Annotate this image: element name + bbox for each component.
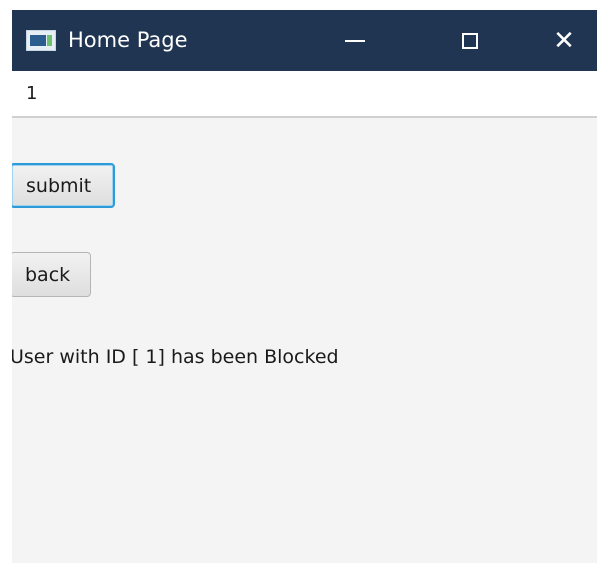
maximize-button[interactable] [442,10,498,71]
title-bar[interactable]: Home Page ✕ [12,10,597,71]
close-button[interactable]: ✕ [536,10,592,71]
app-window: Home Page ✕ 1 submit back User with ID [… [12,10,597,563]
submit-button[interactable]: submit [12,163,115,208]
back-button[interactable]: back [12,252,91,297]
status-message: User with ID [ 1] has been Blocked [12,346,339,368]
app-window-icon [26,30,56,51]
user-id-input[interactable]: 1 [12,71,597,118]
close-icon: ✕ [553,25,575,56]
maximize-icon [462,32,478,49]
minimize-icon [345,39,365,42]
minimize-button[interactable] [327,10,383,71]
window-title: Home Page [68,28,188,52]
